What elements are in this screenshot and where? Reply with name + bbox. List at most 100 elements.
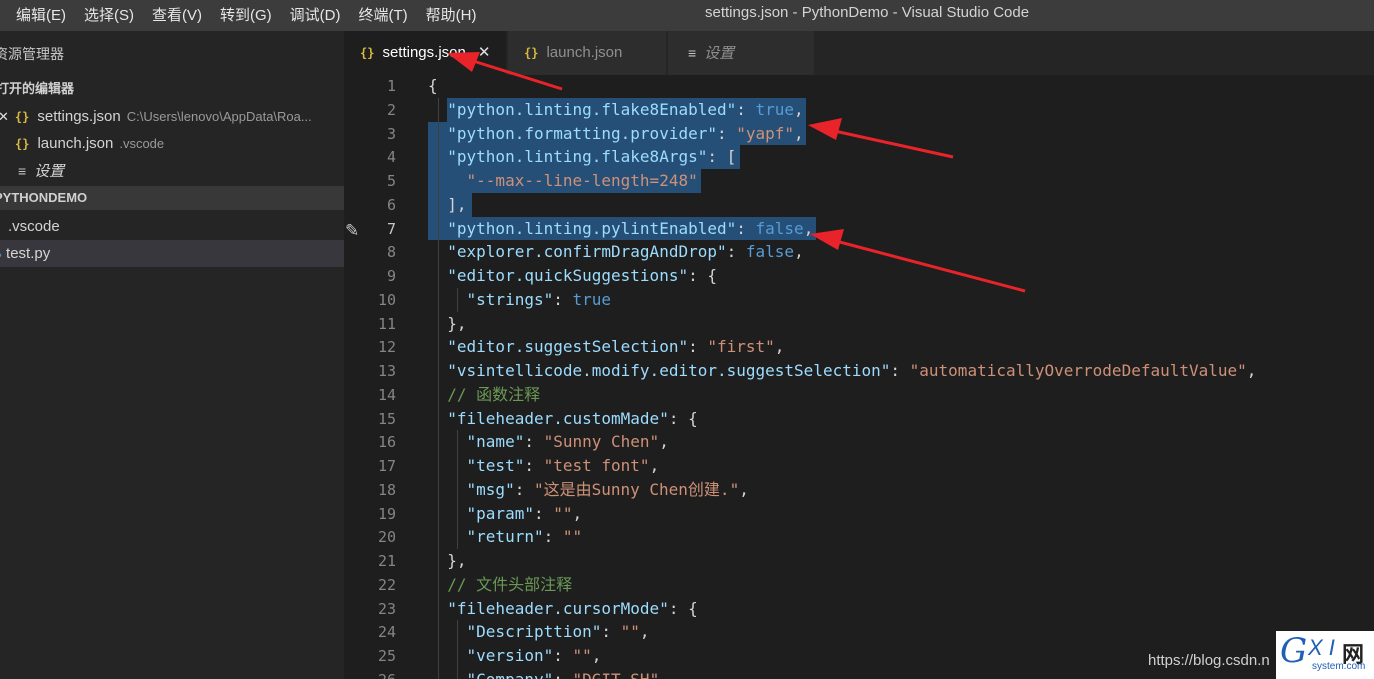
settings-lines-icon: ≡ <box>688 45 697 61</box>
code-token: , <box>572 503 583 523</box>
code-line[interactable]: "name": "Sunny Chen", <box>428 430 669 454</box>
code-line[interactable]: "python.linting.pylintEnabled": false, <box>428 217 813 241</box>
code-line[interactable]: "editor.quickSuggestions": { <box>428 264 717 288</box>
menu-item-view[interactable]: 查看(V) <box>143 0 211 31</box>
code-token: : { <box>668 408 698 428</box>
menu-item-debug[interactable]: 调试(D) <box>281 0 350 31</box>
title-bar: ) 编辑(E) 选择(S) 查看(V) 转到(G) 调试(D) 终端(T) 帮助… <box>0 0 1374 31</box>
line-number: 26 <box>344 668 396 679</box>
workspace-header[interactable]: PYTHONDEMO <box>0 186 344 210</box>
code-line[interactable]: "editor.suggestSelection": "first", <box>428 335 784 359</box>
tab-label: 设置 <box>704 45 735 62</box>
json-braces-icon: {} <box>524 46 539 60</box>
code-line[interactable]: "strings": true <box>428 288 612 312</box>
code-token: "" <box>553 503 573 523</box>
code-token: : <box>524 456 544 475</box>
code-line[interactable]: "msg": "这是由Sunny Chen创建.", <box>428 478 749 502</box>
open-editor-launch-json[interactable]: {} launch.json .vscode <box>15 130 344 157</box>
open-editor-path: C:\Users\lenovo\AppData\Roa... <box>126 109 312 124</box>
tab-settings-json[interactable]: {} settings.json ✕ <box>344 31 506 75</box>
line-number: 15 <box>377 409 396 428</box>
code-line[interactable]: "Company": "DGIT SH" <box>428 668 660 679</box>
line-number: 3 <box>386 124 396 143</box>
code-line[interactable]: "python.linting.flake8Enabled": true, <box>428 98 804 122</box>
code-line[interactable]: "param": "", <box>428 502 583 526</box>
code-token: "--max--line-length=248" <box>466 171 698 190</box>
line-number: 17 <box>377 457 396 475</box>
tree-item-test-py[interactable]: ● test.py <box>0 240 344 267</box>
code-line[interactable]: }, <box>428 549 466 573</box>
workspace-name: PYTHONDEMO <box>0 190 88 205</box>
close-icon[interactable]: ✕ <box>478 44 491 61</box>
line-number: 12 <box>377 338 396 357</box>
code-line[interactable]: "return": "" <box>428 525 583 549</box>
open-editor-settings-json[interactable]: ✕ {} settings.json C:\Users\lenovo\AppData\… <box>0 103 342 130</box>
code-token: , <box>803 218 814 238</box>
code-line[interactable]: "test": "test font", <box>428 454 660 478</box>
code-token: "explorer.confirmDragAndDrop" <box>447 242 727 262</box>
code-line[interactable]: "Descripttion": "", <box>428 620 650 644</box>
code-line[interactable]: }, <box>428 312 467 336</box>
open-editor-label: 设置 <box>34 163 65 180</box>
code-line[interactable]: "fileheader.cursorMode": { <box>428 597 698 621</box>
code-line[interactable]: "python.linting.flake8Args": [ <box>428 145 736 169</box>
editor-tab-bar: {} settings.json ✕ {} launch.json ≡ 设置 <box>344 31 1374 75</box>
code-token: true <box>572 289 612 309</box>
code-line[interactable]: "fileheader.customMade": { <box>428 407 698 431</box>
menu-item-file-partial[interactable]: ) <box>0 0 7 31</box>
menu-item-terminal[interactable]: 终端(T) <box>350 0 417 31</box>
tab-launch-json[interactable]: {} launch.json <box>508 31 666 75</box>
code-token: : <box>533 503 554 523</box>
code-token: , <box>794 99 804 119</box>
code-line[interactable]: { <box>428 75 438 98</box>
line-number: 1 <box>386 77 396 95</box>
code-token: "" <box>620 622 640 642</box>
code-token: "python.linting.flake8Args" <box>447 147 708 167</box>
code-token: "Descripttion" <box>466 622 602 642</box>
menu-item-go[interactable]: 转到(G) <box>211 0 281 31</box>
code-line[interactable]: "python.formatting.provider": "yapf", <box>428 122 803 146</box>
code-line[interactable]: "explorer.confirmDragAndDrop": false, <box>428 240 803 264</box>
code-editor[interactable]: 1 2 3 4 5 6 7 8 9 10 11 12 13 14 15 16 17 18 19 20 21 22 23 24 2… <box>344 75 1374 679</box>
menu-bar: ) 编辑(E) 选择(S) 查看(V) 转到(G) 调试(D) 终端(T) 帮助… <box>0 0 485 31</box>
code-token: : <box>524 432 544 452</box>
code-token: { <box>428 76 438 95</box>
line-number: 11 <box>377 314 396 333</box>
open-editor-settings-ui[interactable]: ≡ 设置 <box>18 158 344 185</box>
code-token: "version" <box>466 646 554 665</box>
code-token: : { <box>668 598 698 618</box>
open-editor-folder: .vscode <box>119 136 165 151</box>
menu-item-help[interactable]: 帮助(H) <box>417 0 486 31</box>
code-line[interactable]: ], <box>428 193 466 217</box>
code-token: }, <box>428 313 467 333</box>
code-token: : <box>601 622 621 642</box>
close-icon[interactable]: ✕ <box>0 109 9 124</box>
line-number: 19 <box>377 504 396 523</box>
menu-item-selection[interactable]: 选择(S) <box>75 0 143 31</box>
menu-item-edit[interactable]: 编辑(E) <box>7 0 75 31</box>
code-line[interactable]: // 函数注释 <box>428 383 540 407</box>
json-braces-icon: {} <box>360 46 375 60</box>
code-token: , <box>591 646 602 665</box>
tree-item-vscode-folder[interactable]: .vscode <box>8 213 344 240</box>
python-file-icon: ● <box>0 250 2 261</box>
open-editor-label: launch.json <box>37 135 114 152</box>
code-line[interactable]: "vsintellicode.modify.editor.suggestSele… <box>428 359 1256 383</box>
code-line[interactable]: "version": "", <box>428 644 602 668</box>
open-editors-header[interactable]: 打开的编辑器 <box>0 77 340 101</box>
watermark-url: https://blog.csdn.n <box>1148 652 1270 669</box>
code-line[interactable]: "--max--line-length=248" <box>428 169 698 193</box>
line-number: 23 <box>377 599 396 618</box>
line-number: 8 <box>386 243 396 262</box>
code-token: : { <box>688 266 717 285</box>
code-line[interactable]: // 文件头部注释 <box>428 573 572 597</box>
tab-settings-ui[interactable]: ≡ 设置 <box>668 31 814 75</box>
